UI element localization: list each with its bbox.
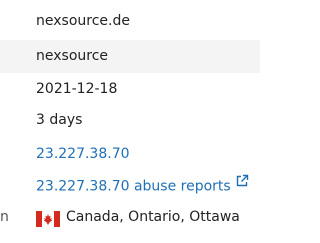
abuse-row: 23.227.38.70 abuse reports: [0, 170, 260, 203]
domain-row: nexsource.de: [0, 5, 260, 38]
domain-value: nexsource.de: [36, 13, 130, 29]
registrant-value: nexsource: [36, 48, 109, 64]
location-row: n Canada, Ontario, Ottawa: [0, 201, 260, 234]
registrant-row: nexsource: [0, 40, 260, 73]
abuse-reports-link-text[interactable]: 23.227.38.70 abuse reports: [36, 179, 231, 195]
date-value: 2021-12-18: [36, 81, 118, 97]
external-link-icon: [235, 168, 249, 201]
canada-flag-icon: [36, 207, 60, 227]
location-value: Canada, Ontario, Ottawa: [66, 209, 240, 225]
ip-link[interactable]: 23.227.38.70: [36, 138, 130, 171]
location-value-wrap: Canada, Ontario, Ottawa: [36, 201, 240, 234]
date-row: 2021-12-18: [0, 73, 260, 106]
age-value: 3 days: [36, 112, 83, 128]
age-row: 3 days: [0, 104, 260, 137]
ip-row: 23.227.38.70: [0, 138, 260, 171]
location-label-stub: n: [0, 209, 9, 225]
abuse-reports-link[interactable]: 23.227.38.70 abuse reports: [36, 170, 249, 204]
